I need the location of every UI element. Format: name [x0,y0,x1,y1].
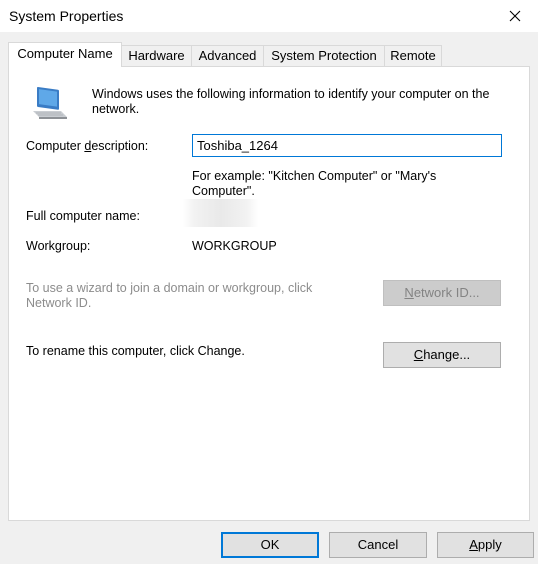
full-computer-name-value [183,199,258,227]
tab-advanced[interactable]: Advanced [191,45,264,66]
tab-remote[interactable]: Remote [384,45,442,66]
workgroup-label: Workgroup: [26,239,91,253]
computer-monitor-icon [33,86,67,119]
example-text: For example: "Kitchen Computer" or "Mary… [192,169,437,198]
computer-description-input[interactable] [192,134,502,157]
computer-name-panel: Windows uses the following information t… [8,66,530,521]
description-label: Computer description: [26,139,149,153]
network-id-hint-text: To use a wizard to join a domain or work… [26,281,313,310]
rename-hint-text: To rename this computer, click Change. [26,344,245,358]
cancel-button[interactable]: Cancel [329,532,427,558]
close-button[interactable] [492,0,538,32]
workgroup-value: WORKGROUP [192,239,277,253]
network-id-button[interactable]: Network ID... [383,280,501,306]
window-title: System Properties [9,8,124,24]
intro-text: Windows uses the following information t… [92,87,490,116]
title-bar: System Properties [0,0,538,32]
tab-computer-name[interactable]: Computer Name [8,42,122,67]
tab-system-protection[interactable]: System Protection [263,45,385,66]
full-computer-name-label: Full computer name: [26,209,140,223]
close-icon [509,10,521,22]
change-button[interactable]: Change... [383,342,501,368]
apply-button[interactable]: Apply [437,532,534,558]
ok-button[interactable]: OK [221,532,319,558]
tab-hardware[interactable]: Hardware [121,45,192,66]
